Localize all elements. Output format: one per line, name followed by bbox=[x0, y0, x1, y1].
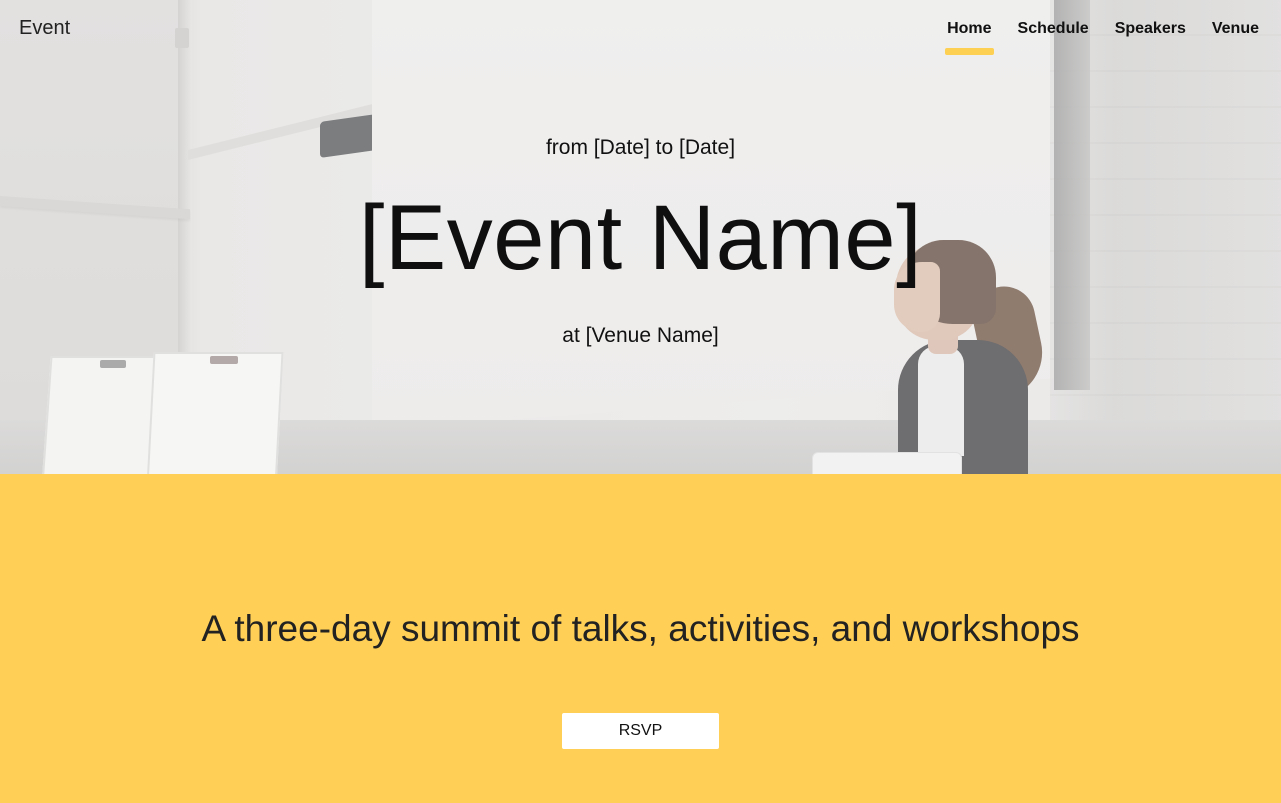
brand-logo[interactable]: Event bbox=[19, 17, 70, 40]
hero-section: Event Home Schedule Speakers Venue from … bbox=[0, 0, 1281, 474]
page: Event Home Schedule Speakers Venue from … bbox=[0, 0, 1281, 803]
event-title: [Event Name] bbox=[358, 187, 923, 289]
main-nav: Home Schedule Speakers Venue bbox=[945, 18, 1259, 55]
event-dates: from [Date] to [Date] bbox=[545, 136, 736, 159]
nav-item-home[interactable]: Home bbox=[945, 18, 995, 55]
nav-item-venue[interactable]: Venue bbox=[1212, 18, 1259, 40]
summary-heading: A three-day summit of talks, activities,… bbox=[201, 608, 1080, 649]
event-venue: at [Venue Name] bbox=[562, 324, 719, 347]
rsvp-button[interactable]: RSVP bbox=[562, 713, 719, 749]
summary-section: A three-day summit of talks, activities,… bbox=[0, 474, 1281, 803]
nav-item-speakers[interactable]: Speakers bbox=[1115, 18, 1186, 40]
nav-item-schedule[interactable]: Schedule bbox=[1018, 18, 1089, 40]
